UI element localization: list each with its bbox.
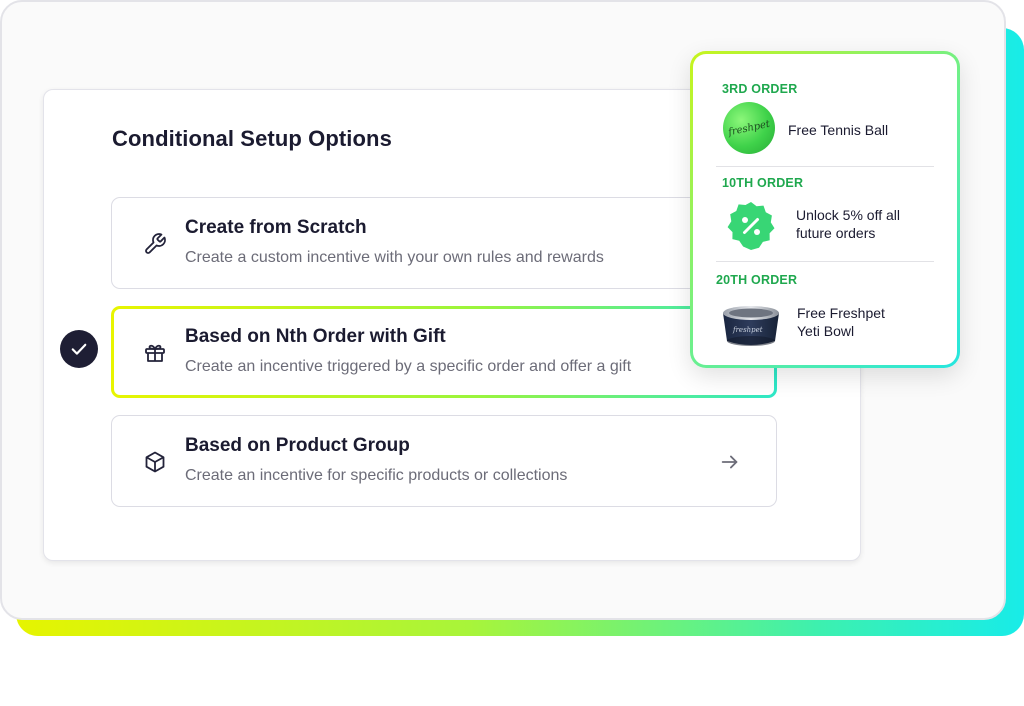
divider	[716, 261, 934, 262]
percent-badge-icon	[727, 202, 775, 250]
selected-check-badge	[60, 330, 98, 368]
option-description: Create an incentive for specific product…	[185, 467, 568, 484]
divider	[716, 166, 934, 167]
option-description: Create a custom incentive with your own …	[185, 249, 604, 266]
reward-tennis-ball: Free Tennis Ball	[788, 122, 889, 138]
reward-discount-line-2: future orders	[796, 225, 876, 241]
order-label-3rd: 3RD ORDER	[722, 82, 798, 96]
reward-bowl-line-2: Yeti Bowl	[797, 323, 855, 339]
checkmark-icon	[71, 343, 87, 355]
option-title: Based on Nth Order with Gift	[185, 326, 446, 347]
option-title: Based on Product Group	[185, 435, 410, 456]
order-label-20th: 20TH ORDER	[716, 273, 798, 287]
arrow-right-icon[interactable]	[719, 451, 741, 473]
ball-brand-text: freshpet	[727, 118, 771, 138]
bowl-brand-text: freshpet	[733, 326, 763, 334]
option-title: Create from Scratch	[185, 217, 367, 238]
option-description: Create an incentive triggered by a speci…	[185, 358, 632, 375]
option-create-from-scratch[interactable]: Create from Scratch Create a custom ince…	[111, 197, 777, 289]
yeti-bowl-image	[723, 306, 779, 346]
gift-icon	[145, 344, 165, 362]
wrench-icon	[145, 233, 166, 254]
reward-discount-line-1: Unlock 5% off all	[796, 207, 901, 223]
tennis-ball-image: freshpet	[723, 102, 775, 154]
order-label-10th: 10TH ORDER	[722, 176, 804, 190]
cube-icon	[145, 451, 165, 473]
option-product-group[interactable]: Based on Product Group Create an incenti…	[111, 415, 777, 507]
order-rewards-popup: 3RD ORDER freshpet Free Tennis Ball 10TH…	[690, 51, 960, 368]
option-nth-order-gift[interactable]: Based on Nth Order with Gift Create an i…	[111, 306, 777, 398]
page-title: Conditional Setup Options	[112, 126, 392, 151]
reward-bowl-line-1: Free Freshpet	[797, 305, 885, 321]
